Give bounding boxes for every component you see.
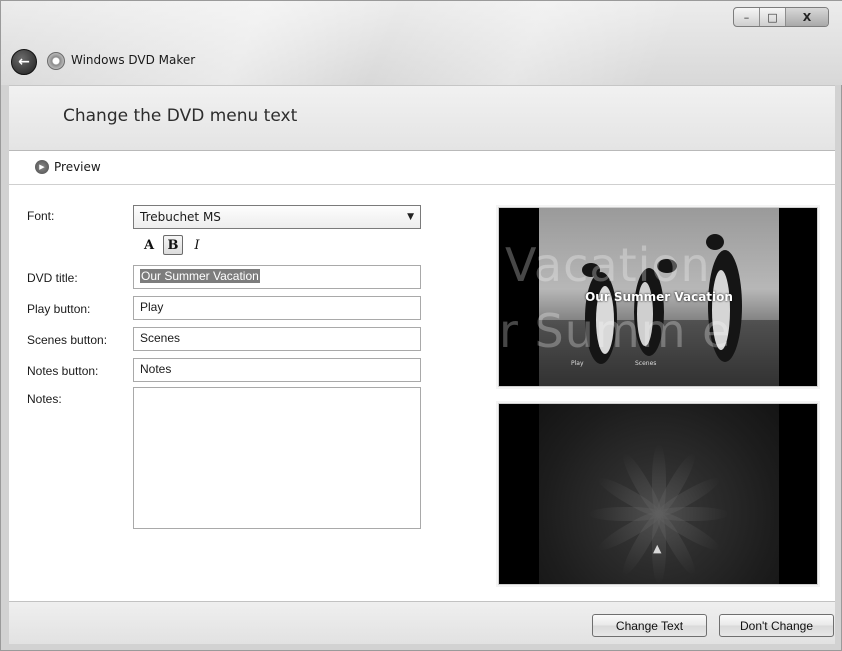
menu-title: Our Summer Vacation: [585, 290, 733, 304]
regular-style-button[interactable]: A: [139, 235, 159, 255]
content-area: Font: Trebuchet MS ▼ A B I DVD title: Ou…: [9, 185, 835, 601]
preview-button[interactable]: ▶ Preview: [35, 160, 101, 174]
font-value: Trebuchet MS: [140, 210, 221, 224]
page-header: Change the DVD menu text: [9, 85, 835, 151]
dvd-title-label: DVD title:: [27, 271, 78, 285]
menu-preview: Vacation r Summ e Our Summer Vacation Pl…: [498, 207, 818, 387]
footer-bar: Change Text Don't Change: [9, 601, 835, 644]
menu-scenes-item: Scenes: [635, 360, 657, 367]
up-arrow-icon: ▲: [653, 542, 662, 555]
scenes-preview: ▲: [498, 403, 818, 585]
window-controls: – □ X: [733, 7, 829, 27]
notes-label: Notes:: [27, 392, 62, 406]
play-button-input[interactable]: Play: [133, 296, 421, 320]
notes-button-input[interactable]: Notes: [133, 358, 421, 382]
dvd-title-value: Our Summer Vacation: [140, 269, 260, 283]
preview-label: Preview: [54, 160, 101, 174]
bold-style-button[interactable]: B: [163, 235, 183, 255]
change-text-button[interactable]: Change Text: [592, 614, 707, 637]
dvd-title-input[interactable]: Our Summer Vacation: [133, 265, 421, 289]
font-dropdown[interactable]: Trebuchet MS ▼: [133, 205, 421, 229]
font-label: Font:: [27, 209, 55, 223]
back-arrow-icon[interactable]: ←: [11, 49, 37, 75]
background-word-summer: r Summ e: [499, 304, 732, 358]
play-circle-icon: ▶: [35, 160, 49, 174]
dont-change-button[interactable]: Don't Change: [719, 614, 834, 637]
minimize-button[interactable]: –: [734, 8, 760, 26]
scenes-button-input[interactable]: Scenes: [133, 327, 421, 351]
dvd-disc-icon: [47, 52, 65, 70]
play-button-label: Play button:: [27, 302, 91, 316]
menu-play-item: Play: [571, 360, 584, 367]
toolbar: ▶ Preview: [9, 151, 835, 185]
page-title: Change the DVD menu text: [63, 106, 298, 126]
title-bar: [1, 1, 842, 85]
italic-style-button[interactable]: I: [187, 235, 207, 255]
font-style-buttons: A B I: [139, 235, 207, 255]
close-button[interactable]: X: [786, 8, 828, 26]
notes-textarea[interactable]: [133, 387, 421, 529]
chevron-down-icon: ▼: [407, 212, 414, 222]
maximize-button[interactable]: □: [760, 8, 786, 26]
background-word-vacation: Vacation: [505, 238, 711, 292]
scenes-button-label: Scenes button:: [27, 333, 108, 347]
notes-button-label: Notes button:: [27, 364, 99, 378]
window-title: Windows DVD Maker: [71, 53, 196, 67]
dvd-maker-window: – □ X ← Windows DVD Maker Change the DVD…: [0, 0, 842, 651]
